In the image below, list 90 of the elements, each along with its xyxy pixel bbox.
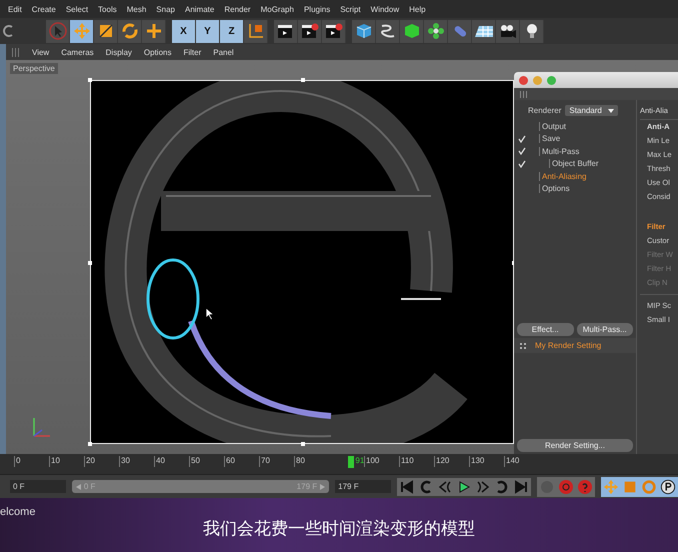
frame-number: 130	[469, 456, 484, 467]
tree-item[interactable]: Save	[514, 132, 636, 145]
spline-pen-icon[interactable]	[378, 22, 396, 40]
frame-number: 100	[364, 456, 380, 467]
checkmark-icon[interactable]	[517, 158, 527, 169]
rotate-tool-button[interactable]	[118, 20, 142, 42]
tree-item-label[interactable]: Save	[539, 134, 560, 144]
tree-item-label[interactable]: Anti-Aliasing	[539, 172, 586, 181]
cube-icon[interactable]	[354, 22, 372, 40]
panel-button[interactable]: Effect...	[517, 323, 574, 336]
frame-number: 80	[294, 456, 305, 467]
frame-number: 10	[49, 456, 60, 467]
axis-lock-button[interactable]: Z	[220, 20, 244, 42]
menu-item[interactable]: Help	[409, 4, 426, 14]
clapperboard-icon[interactable]	[324, 22, 344, 40]
axis-lock-button[interactable]: X	[172, 20, 196, 42]
mouse-cursor-icon	[205, 307, 215, 321]
axis-lock-button[interactable]: Y	[196, 20, 220, 42]
menu-item[interactable]: Animate	[184, 4, 214, 14]
go-to-start-icon[interactable]	[399, 480, 415, 494]
checkmark-icon[interactable]	[517, 146, 527, 156]
panel-button[interactable]: Multi-Pass...	[576, 323, 633, 336]
coordinate-system-icon[interactable]	[246, 22, 264, 40]
go-to-end-icon[interactable]	[513, 480, 529, 494]
menu-item[interactable]: Plugins	[304, 4, 330, 14]
frame-number: 140	[504, 456, 520, 467]
scale-tool-button[interactable]	[94, 20, 118, 42]
tree-item-label[interactable]: Object Buffer	[549, 159, 599, 168]
menu-item[interactable]: Cameras	[61, 48, 94, 56]
close-button[interactable]	[519, 76, 528, 84]
frame-number: 60	[224, 456, 235, 467]
help-icon[interactable]	[577, 478, 593, 494]
menu-item[interactable]: Tools	[98, 4, 117, 14]
menu-item[interactable]: Render	[224, 4, 251, 14]
menu-item[interactable]: Snap	[156, 4, 175, 14]
dots-icon	[519, 342, 527, 350]
clapperboard-icon[interactable]	[300, 22, 320, 40]
renderer-label: Renderer	[528, 106, 562, 115]
tree-item-label[interactable]: Output	[539, 122, 566, 131]
polygon-object-icon[interactable]	[402, 22, 420, 40]
current-frame: 91	[355, 456, 364, 465]
menu-item[interactable]: Edit	[8, 4, 22, 14]
select-tool-button[interactable]	[46, 20, 70, 42]
frame-number: 30	[119, 456, 130, 467]
tree-item[interactable]: Output	[514, 120, 636, 132]
frame-number: 120	[434, 456, 450, 467]
grip-icon	[520, 90, 528, 98]
add-tool-button[interactable]	[142, 20, 166, 42]
timeline-ruler[interactable]: 0 10 20 30 40 50 60 70 80 91 100 110 120 130 140	[0, 454, 678, 475]
record-icon[interactable]	[558, 478, 574, 494]
menu-item[interactable]: View	[32, 48, 50, 56]
render-setting-button[interactable]: Render Setting...	[517, 439, 633, 452]
welcome-text: elcome	[0, 506, 36, 518]
flower-icon[interactable]	[426, 22, 444, 40]
parameter-icon[interactable]	[660, 478, 676, 494]
frame-number: 0	[14, 456, 20, 467]
frame-number: 40	[154, 456, 165, 467]
menu-item[interactable]: Script	[340, 4, 361, 14]
move-tool-button[interactable]	[70, 20, 94, 42]
renderer-dropdown[interactable]: Standard	[565, 105, 618, 116]
menu-item[interactable]: Select	[66, 4, 88, 14]
frame-number: 50	[189, 456, 200, 467]
menu-item[interactable]: MoGraph	[260, 4, 294, 14]
menu-item[interactable]: Options	[144, 48, 172, 56]
tree-item[interactable]: Anti-Aliasing	[514, 170, 636, 182]
frame-number: 20	[84, 456, 95, 467]
cursor-icon[interactable]	[48, 22, 66, 40]
menu-item[interactable]: Create	[32, 4, 56, 14]
subtitle: 我们会花费一些时间渲染变形的模型	[203, 518, 475, 540]
frame-number: 70	[259, 456, 270, 467]
plus-icon[interactable]	[144, 22, 162, 40]
scale-icon[interactable]	[96, 22, 114, 40]
menu-item[interactable]: Filter	[183, 48, 202, 56]
start-frame-field[interactable]: 0 F	[10, 480, 66, 493]
tree-item-label[interactable]: Multi-Pass	[539, 146, 580, 156]
frame-number: 110	[399, 456, 414, 467]
tree-item[interactable]: Options	[514, 182, 636, 195]
tree-item-label[interactable]: Options	[539, 184, 570, 194]
end-frame-field[interactable]: 179 F	[335, 480, 391, 493]
checkmark-icon[interactable]	[517, 134, 527, 144]
rotate-icon[interactable]	[120, 22, 138, 40]
undo-icon[interactable]	[2, 24, 14, 38]
highlight-ellipse-icon	[145, 257, 201, 341]
menu-item[interactable]: Display	[106, 48, 132, 56]
tree-item[interactable]: Multi-Pass	[514, 145, 636, 158]
menu-item[interactable]: Window	[370, 4, 400, 14]
menu-item[interactable]: Mesh	[126, 4, 146, 14]
viewport-label: Perspective	[10, 63, 58, 74]
menu-item[interactable]: Panel	[213, 48, 234, 56]
current-frame-marker[interactable]	[348, 456, 354, 468]
